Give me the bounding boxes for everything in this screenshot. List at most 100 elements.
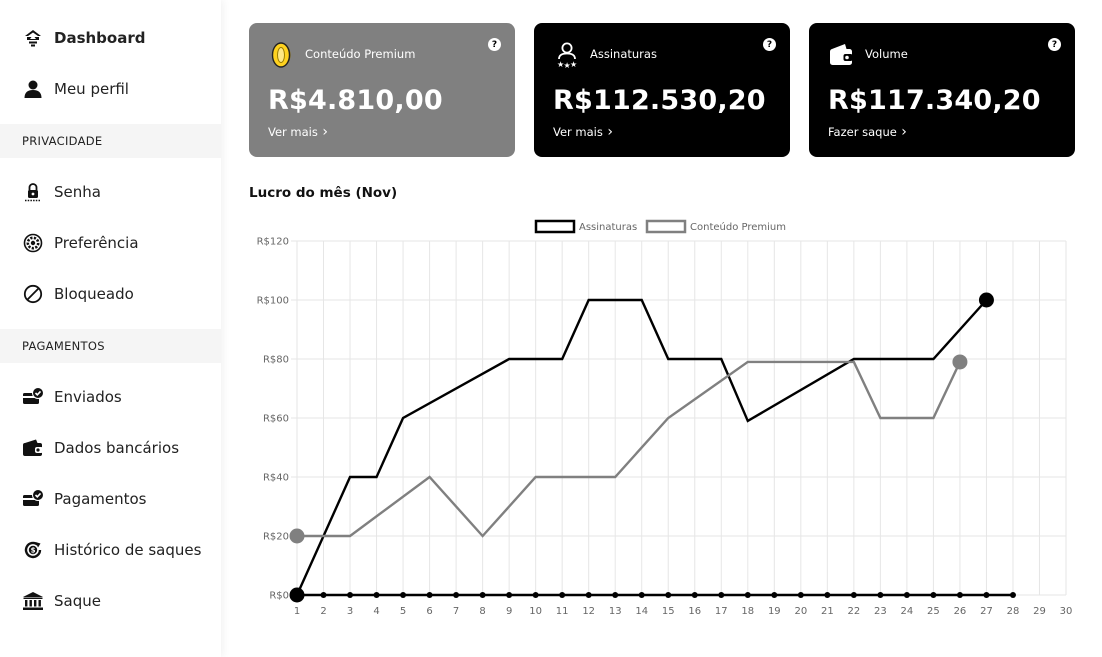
card-link-label: Ver mais [553, 125, 603, 139]
gear-icon [22, 232, 44, 254]
card-title: Conteúdo Premium [305, 47, 416, 61]
data-point [612, 592, 619, 598]
card-title: Assinaturas [590, 47, 657, 61]
x-tick-label: 15 [662, 606, 675, 617]
data-point [532, 592, 539, 598]
data-point [978, 292, 994, 308]
data-point [1009, 592, 1016, 598]
y-tick-label: R$0 [269, 591, 289, 602]
x-tick-label: 2 [320, 606, 326, 617]
sidebar-item-preferencia[interactable]: Preferência [0, 223, 221, 263]
x-tick-label: 5 [400, 606, 406, 617]
data-point [347, 592, 354, 598]
help-icon[interactable]: ? [1048, 38, 1061, 51]
data-point [956, 592, 963, 598]
x-tick-label: 19 [768, 606, 781, 617]
svg-text:★: ★ [570, 60, 577, 69]
sidebar-item-senha[interactable]: Senha [0, 172, 221, 212]
y-tick-label: R$40 [263, 473, 289, 484]
section-header-privacidade: PRIVACIDADE [0, 124, 221, 158]
section-header-pagamentos: PAGAMENTOS [0, 329, 221, 363]
data-point [824, 592, 831, 598]
sidebar-item-label: Enviados [54, 388, 122, 406]
card-link[interactable]: Fazer saque › [828, 124, 907, 140]
sidebar-item-historico-de-saques[interactable]: $ Histórico de saques [0, 530, 221, 570]
sidebar-item-meu-perfil[interactable]: Meu perfil [0, 69, 221, 109]
y-tick-label: R$20 [263, 532, 289, 543]
x-tick-label: 1 [294, 606, 300, 617]
x-tick-label: 8 [479, 606, 485, 617]
legend-swatch [645, 219, 687, 234]
data-point [797, 592, 804, 598]
sidebar-item-pagamentos[interactable]: Pagamentos [0, 479, 221, 519]
sidebar-item-bloqueado[interactable]: Bloqueado [0, 274, 221, 314]
data-point [506, 592, 513, 598]
legend-swatch [534, 219, 576, 234]
x-tick-label: 30 [1060, 606, 1073, 617]
data-point [453, 592, 460, 598]
card-check-icon [22, 386, 44, 408]
chart-title: Lucro do mês (Nov) [249, 185, 398, 201]
card-amount: R$117.340,20 [828, 85, 1041, 116]
help-icon[interactable]: ? [763, 38, 776, 51]
user-icon [22, 78, 44, 100]
sidebar-item-dashboard[interactable]: Dashboard [0, 18, 221, 58]
x-tick-label: 23 [874, 606, 887, 617]
sidebar-item-label: Meu perfil [54, 80, 129, 98]
sidebar-item-label: Dados bancários [54, 439, 180, 457]
help-icon[interactable]: ? [488, 38, 501, 51]
subscribers-icon: ★ ★ ★ [554, 41, 580, 70]
x-tick-label: 7 [453, 606, 459, 617]
x-tick-label: 9 [506, 606, 512, 617]
x-tick-label: 12 [582, 606, 595, 617]
data-point [373, 592, 380, 598]
y-tick-label: R$60 [263, 414, 289, 425]
x-tick-label: 26 [954, 606, 967, 617]
data-point [294, 592, 300, 598]
data-point [289, 528, 305, 544]
data-point [691, 592, 698, 598]
data-point [744, 592, 751, 598]
sidebar-item-enviados[interactable]: Enviados [0, 377, 221, 417]
data-point [426, 592, 433, 598]
sidebar-item-saque[interactable]: Saque [0, 581, 221, 621]
data-point [952, 354, 968, 370]
sidebar-item-dados-bancarios[interactable]: Dados bancários [0, 428, 221, 468]
x-tick-label: 3 [347, 606, 353, 617]
series-line-conteudo-premium [297, 360, 962, 538]
profit-chart: R$0R$20R$40R$60R$80R$100R$1201 2 3 4 5 6 7 8 9 10… [257, 219, 1073, 617]
lock-icon [22, 181, 44, 203]
legend-label: Conteúdo Premium [690, 221, 786, 233]
card-assinaturas: ★ ★ ★ Assinaturas? R$112.530,20 Ver mais › [534, 23, 790, 157]
data-point [400, 592, 407, 598]
x-tick-label: 6 [426, 606, 432, 617]
chevron-right-icon: › [896, 124, 907, 140]
bank-icon [22, 590, 44, 612]
x-tick-label: 28 [1007, 606, 1020, 617]
money-history-icon: $ [22, 539, 44, 561]
data-point [638, 592, 645, 598]
x-tick-label: 29 [1033, 606, 1046, 617]
x-tick-label: 24 [901, 606, 914, 617]
card-link-label: Ver mais [268, 125, 318, 139]
y-tick-label: R$120 [257, 237, 289, 248]
x-tick-label: 18 [741, 606, 754, 617]
data-point [771, 592, 778, 598]
card-link[interactable]: Ver mais › [268, 124, 328, 140]
data-point [930, 592, 937, 598]
legend-label: Assinaturas [579, 222, 637, 233]
x-tick-label: 16 [688, 606, 701, 617]
x-tick-label: 27 [980, 606, 993, 617]
data-point [983, 592, 990, 598]
data-point [665, 592, 672, 598]
card-volume: Volume? R$117.340,20 Fazer saque › [809, 23, 1075, 157]
x-tick-label: 17 [715, 606, 728, 617]
card-amount: R$112.530,20 [553, 85, 766, 116]
card-link[interactable]: Ver mais › [553, 124, 613, 140]
x-tick-label: 20 [794, 606, 807, 617]
data-point [320, 592, 327, 598]
chevron-right-icon: › [602, 124, 613, 140]
x-tick-label: 13 [609, 606, 622, 617]
sidebar-item-label: Histórico de saques [54, 541, 202, 559]
data-point [479, 592, 486, 598]
